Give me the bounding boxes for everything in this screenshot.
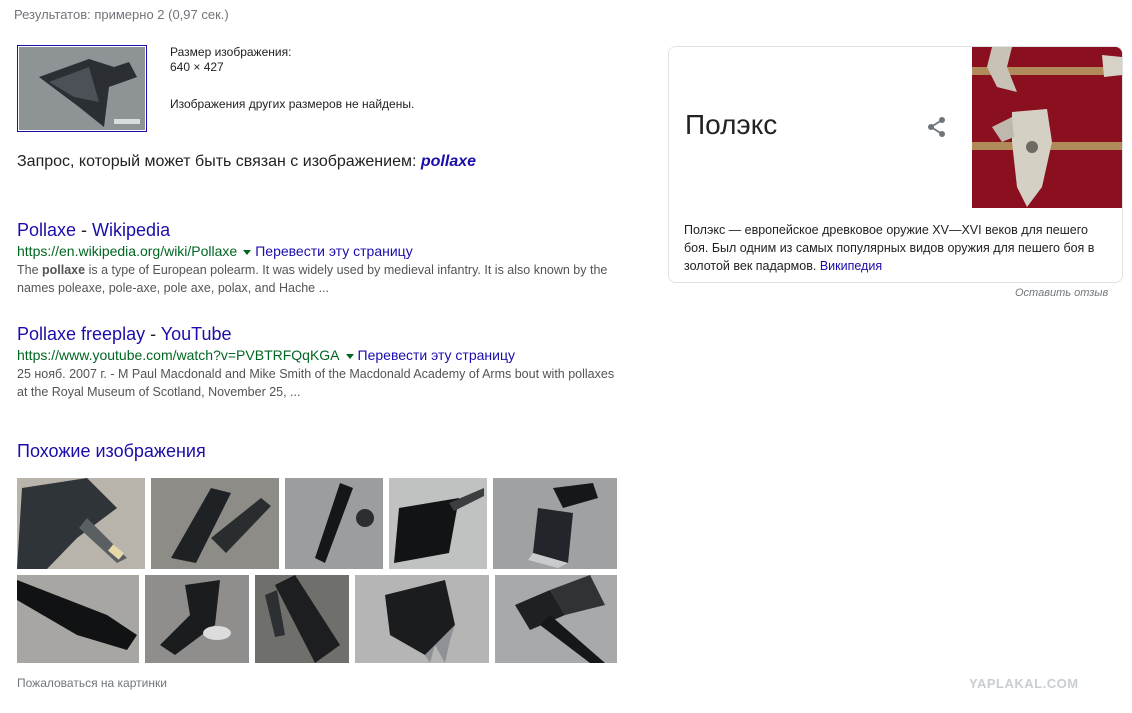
translate-link[interactable]: Перевести эту страницу	[358, 347, 515, 363]
similar-image-thumbnail[interactable]	[285, 478, 383, 569]
snippet-highlight: pollaxe	[42, 263, 86, 277]
description-text: Полэкс — европейское древковое оружие XV…	[684, 223, 1095, 273]
result-title-link[interactable]: Pollaxe - Wikipedia	[17, 219, 627, 241]
similar-image-thumbnail[interactable]	[495, 575, 617, 663]
result-title-separator: -	[76, 220, 93, 240]
similar-image-thumbnail[interactable]	[255, 575, 349, 663]
knowledge-panel-image[interactable]	[972, 47, 1122, 208]
result-title-part[interactable]: Pollaxe freeplay	[17, 324, 145, 344]
knowledge-panel-header: Полэкс	[669, 47, 972, 208]
result-title-part[interactable]: Pollaxe	[17, 220, 76, 240]
search-result: Pollaxe - Wikipedia https://en.wikipedia…	[17, 219, 627, 297]
similar-image-thumbnail[interactable]	[17, 478, 145, 569]
knowledge-panel-description: Полэкс — европейское древковое оружие XV…	[684, 221, 1114, 275]
snippet-text: 25 нояб. 2007 г. - M Paul Macdonald and …	[17, 367, 615, 399]
similar-image-thumbnail[interactable]	[355, 575, 489, 663]
result-snippet: 25 нояб. 2007 г. - M Paul Macdonald and …	[17, 365, 627, 401]
result-title-site[interactable]: Wikipedia	[92, 220, 170, 240]
watermark-logo: YAPLAKAL.COM	[969, 676, 1079, 691]
image-size-value: 640 × 427	[170, 60, 224, 74]
search-result: Pollaxe freeplay - YouTube https://www.y…	[17, 323, 627, 401]
result-snippet: The pollaxe is a type of European polear…	[17, 261, 627, 297]
dropdown-arrow-icon[interactable]	[243, 249, 252, 255]
image-info: Размер изображения: 640 × 427 Изображени…	[170, 45, 414, 112]
snippet-text: is a type of European polearm. It was wi…	[17, 263, 608, 295]
knowledge-panel-title: Полэкс	[685, 109, 778, 140]
result-stats: Результатов: примерно 2 (0,97 сек.)	[14, 7, 229, 22]
similar-image-thumbnail[interactable]	[389, 478, 487, 569]
translate-link[interactable]: Перевести эту страницу	[255, 243, 412, 259]
similar-image-thumbnail[interactable]	[17, 575, 139, 663]
similar-images-heading[interactable]: Похожие изображения	[17, 441, 206, 462]
wikipedia-source-link[interactable]: Википедия	[820, 259, 882, 273]
share-icon[interactable]	[926, 116, 948, 138]
query-image	[19, 47, 145, 130]
feedback-link[interactable]: Оставить отзыв	[1015, 287, 1108, 299]
related-query: Запрос, который может быть связан с изоб…	[17, 153, 476, 171]
knowledge-panel: Полэкс Полэкс — европейское древковое ор…	[668, 46, 1123, 283]
result-title-separator: -	[145, 324, 161, 344]
similar-image-thumbnail[interactable]	[493, 478, 617, 569]
related-query-link[interactable]: pollaxe	[421, 153, 476, 170]
snippet-text: The	[17, 263, 43, 277]
report-images-link[interactable]: Пожаловаться на картинки	[17, 676, 167, 690]
similar-image-thumbnail[interactable]	[151, 478, 279, 569]
similar-image-thumbnail[interactable]	[145, 575, 249, 663]
no-other-sizes-text: Изображения других размеров не найдены.	[170, 97, 415, 111]
result-url: https://en.wikipedia.org/wiki/Pollaxe	[17, 243, 238, 259]
image-size-label: Размер изображения:	[170, 45, 292, 59]
result-url: https://www.youtube.com/watch?v=PVBTRFQq…	[17, 347, 340, 363]
related-query-prefix: Запрос, который может быть связан с изоб…	[17, 153, 417, 170]
query-image-thumbnail[interactable]	[17, 45, 147, 132]
dropdown-arrow-icon[interactable]	[345, 353, 354, 359]
result-title-site[interactable]: YouTube	[161, 324, 232, 344]
result-title-link[interactable]: Pollaxe freeplay - YouTube	[17, 323, 627, 345]
